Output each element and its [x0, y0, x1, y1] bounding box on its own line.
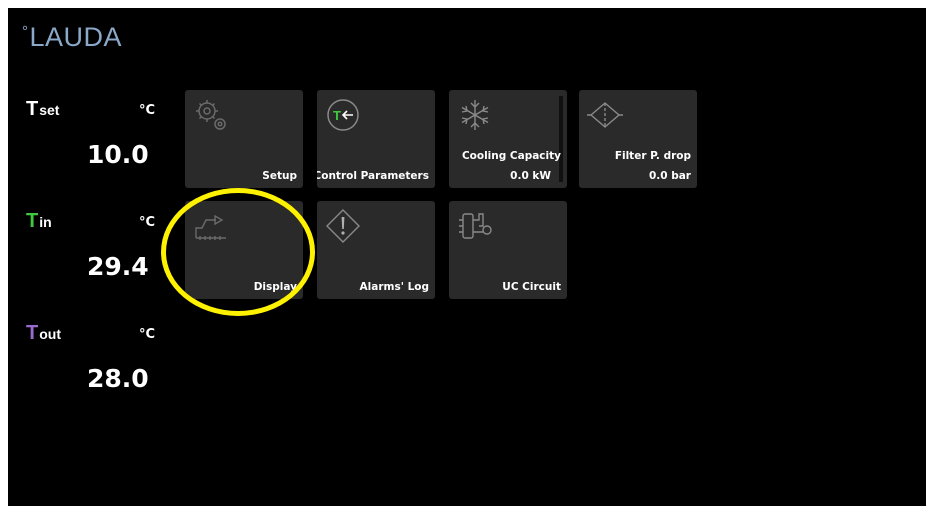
display-tile[interactable]: Display — [185, 201, 303, 299]
control-parameters-label: Control Parameters — [317, 170, 429, 182]
t-arrow-icon: T — [327, 99, 359, 131]
setup-label: Setup — [262, 170, 297, 182]
filter-pressure-tile[interactable]: Filter P. drop 0.0 bar — [579, 90, 697, 188]
cooling-capacity-bar — [559, 96, 563, 182]
gears-icon — [196, 100, 226, 130]
temp-in-value: 29.4 — [87, 252, 149, 281]
cooling-capacity-label: Cooling Capacity — [461, 150, 561, 162]
temp-set-value: 10.0 — [87, 140, 149, 169]
svg-text:T: T — [333, 108, 341, 123]
alarms-log-label: Alarms' Log — [359, 281, 429, 293]
circuit-icon — [459, 213, 492, 239]
display-label: Display — [253, 281, 297, 293]
filter-pressure-value: 0.0 bar — [648, 170, 691, 182]
filter-pressure-label: Filter P. drop — [614, 150, 691, 162]
temp-set-block: Tset °C 10.0 — [8, 98, 178, 208]
cooling-capacity-value: 0.0 kW — [510, 170, 551, 182]
warning-icon — [326, 209, 360, 243]
temp-set-label: Tset — [26, 98, 60, 120]
filter-icon — [587, 102, 623, 128]
alarms-log-tile[interactable]: Alarms' Log — [317, 201, 435, 299]
temp-out-value: 28.0 — [87, 364, 149, 393]
temp-out-label: Tout — [26, 322, 61, 344]
snowflake-icon — [461, 100, 489, 130]
temp-set-unit: °C — [139, 103, 156, 118]
device-screen: °LAUDA Tset °C 10.0 Tin °C 29.4 Tout °C … — [8, 8, 926, 506]
temp-in-unit: °C — [139, 215, 156, 230]
uc-circuit-label: UC Circuit — [502, 281, 561, 293]
lauda-logo: °LAUDA — [22, 22, 123, 52]
temp-in-label: Tin — [26, 210, 52, 232]
setup-tile[interactable]: Setup — [185, 90, 303, 188]
cooling-capacity-tile[interactable]: Cooling Capacity 0.0 kW — [449, 90, 567, 188]
display-graph-icon — [195, 214, 226, 240]
temp-out-block: Tout °C 28.0 — [8, 322, 178, 432]
temp-out-unit: °C — [139, 327, 156, 342]
control-parameters-tile[interactable]: T Control Parameters — [317, 90, 435, 188]
temp-in-block: Tin °C 29.4 — [8, 210, 178, 320]
uc-circuit-tile[interactable]: UC Circuit — [449, 201, 567, 299]
